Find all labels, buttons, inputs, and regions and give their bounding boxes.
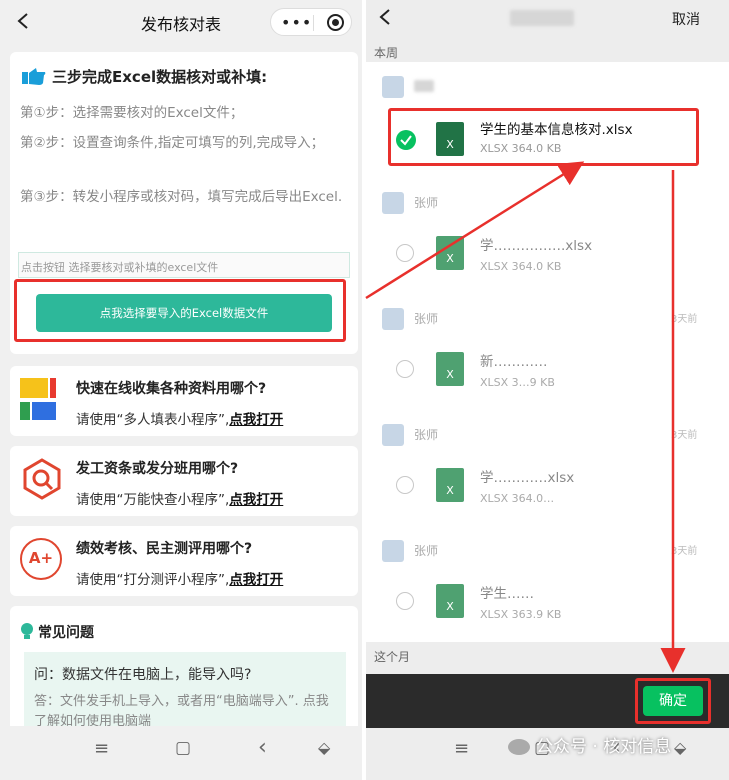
faq-card: 常见问题 问：数据文件在电脑上，能导入吗? 答：文件发手机上导入，或者用“电脑端… (10, 606, 358, 736)
search-badge-icon (22, 458, 62, 504)
chat-title-blurred (510, 10, 574, 26)
open-link[interactable]: 点我打开 (229, 412, 283, 428)
file-group: 张师 3天前 X 学生…… XLSX 363.9 KB (366, 528, 729, 643)
file-group: 张师 3天前 X 新………… XLSX 3…9 KB (366, 296, 729, 411)
promo-card-score[interactable]: A+ 绩效考核、民主测评用哪个? 请使用“打分测评小程序”,点我打开 (10, 526, 358, 596)
promo-card-fill[interactable]: 快速在线收集各种资料用哪个? 请使用“多人填表小程序”,点我打开 (10, 366, 358, 436)
section-this-week: 本周 (374, 46, 399, 60)
avatar (382, 540, 404, 562)
more-icon[interactable]: ••• (281, 13, 312, 32)
lightbulb-icon (20, 622, 34, 644)
faq-item[interactable]: 问：数据文件在电脑上，能导入吗? 答：文件发手机上导入，或者用“电脑端导入”. … (24, 652, 346, 736)
file-name[interactable]: 新………… (480, 350, 548, 370)
sender-name: 张师 (414, 544, 439, 558)
left-screen: 发布核对表 ••• 三步完成Excel数据核对或补填: 第①步：选择需要核对的E… (0, 0, 362, 780)
excel-file-icon: X (436, 236, 464, 270)
file-name[interactable]: 学…………….xlsx (480, 234, 592, 254)
home-icon[interactable]: ▢ (175, 738, 191, 758)
a-plus-icon: A+ (20, 538, 62, 580)
faq-title: 常见问题 (38, 625, 94, 641)
cancel-button[interactable]: 取消 (672, 9, 700, 29)
menu-icon[interactable]: ≡ (454, 738, 469, 759)
file-name[interactable]: 学生…… (480, 582, 534, 602)
time-label: 3天前 (671, 430, 698, 441)
promo-question: 快速在线收集各种资料用哪个? (76, 381, 267, 397)
sender-name: 张师 (414, 428, 439, 442)
time-label: 3天前 (671, 314, 698, 325)
wechat-icon (508, 739, 530, 755)
back-icon[interactable] (378, 8, 392, 26)
highlight-confirm-button (635, 678, 711, 724)
dock-icon[interactable]: ⬙ (674, 738, 686, 757)
section-this-month: 这个月 (374, 650, 411, 664)
excel-file-icon: X (436, 352, 464, 386)
close-mini-program-icon[interactable] (327, 14, 344, 31)
avatar (382, 192, 404, 214)
file-group: 张师 X 学…………….xlsx XLSX 364.0 KB (366, 180, 729, 295)
sender-name: 张师 (414, 196, 439, 210)
sender-name: 张师 (414, 312, 439, 326)
avatar (382, 424, 404, 446)
step-1: 第①步：选择需要核对的Excel文件； (20, 105, 244, 121)
step-3: 第③步：转发小程序或核对码，填写完成后导出Excel. (20, 189, 343, 205)
file-meta: XLSX 363.9 KB (480, 608, 562, 621)
right-header: 取消 (366, 0, 729, 42)
file-meta: XLSX 364.0 KB (480, 260, 562, 273)
file-radio[interactable] (396, 244, 414, 262)
promo-question: 绩效考核、民主测评用哪个? (76, 541, 253, 557)
file-radio[interactable] (396, 592, 414, 610)
file-radio[interactable] (396, 476, 414, 494)
dock-icon[interactable]: ⬙ (318, 738, 330, 757)
excel-file-icon: X (436, 584, 464, 618)
excel-file-icon: X (436, 468, 464, 502)
highlight-select-button (14, 279, 346, 342)
file-meta: XLSX 3…9 KB (480, 376, 555, 389)
back-nav-icon[interactable]: ‹ (258, 735, 267, 760)
step-2: 第②步：设置查询条件,指定可填写的列,完成导入； (20, 135, 325, 151)
colorful-blocks-icon (20, 378, 66, 422)
open-link[interactable]: 点我打开 (229, 492, 283, 508)
file-meta: XLSX 364.0… (480, 492, 555, 505)
avatar (382, 308, 404, 330)
left-system-nav: ≡ ▢ ‹ ⬙ (0, 726, 362, 780)
promo-question: 发工资条或发分班用哪个? (76, 461, 239, 477)
file-name[interactable]: 学…………xlsx (480, 466, 574, 486)
highlight-selected-file (388, 108, 699, 166)
guide-heading: 三步完成Excel数据核对或补填: (52, 68, 268, 86)
file-group: 张师 3天前 X 学…………xlsx XLSX 364.0… (366, 412, 729, 527)
watermark: 公众号 · 核对信息 (508, 732, 671, 757)
promo-card-query[interactable]: 发工资条或发分班用哪个? 请使用“万能快查小程序”,点我打开 (10, 446, 358, 516)
faq-question: 问：数据文件在电脑上，能导入吗? (34, 667, 252, 683)
open-link[interactable]: 点我打开 (229, 572, 283, 588)
capsule-menu[interactable]: ••• (270, 8, 352, 36)
avatar (382, 76, 404, 98)
file-radio[interactable] (396, 360, 414, 378)
time-label: 3天前 (671, 546, 698, 557)
file-path-input[interactable]: 点击按钮 选择要核对或补填的excel文件 (18, 252, 350, 278)
left-header: 发布核对表 ••• (0, 0, 362, 42)
pointing-hand-icon (20, 66, 46, 90)
menu-icon[interactable]: ≡ (94, 738, 109, 759)
